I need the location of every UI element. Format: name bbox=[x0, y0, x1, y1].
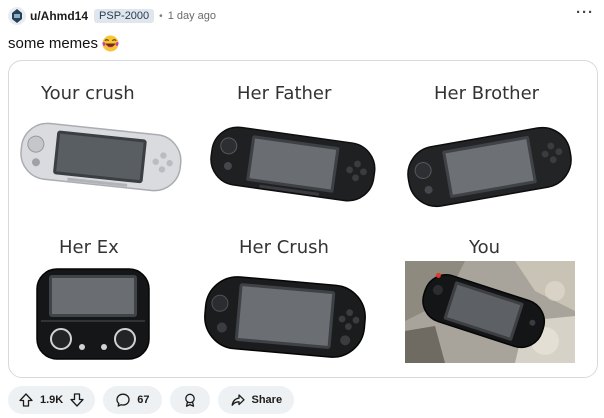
award-icon bbox=[184, 393, 195, 407]
comment-count: 67 bbox=[137, 394, 150, 406]
psp-black-1000-image bbox=[210, 126, 376, 202]
downvote-icon[interactable] bbox=[69, 392, 85, 408]
avatar[interactable] bbox=[8, 7, 26, 25]
laughing-emoji-icon bbox=[102, 35, 119, 52]
meme-label-her-father: Her Father bbox=[237, 83, 332, 104]
share-icon bbox=[231, 394, 245, 406]
share-label: Share bbox=[251, 394, 283, 406]
post-action-bar: 1.9K 67 Share bbox=[8, 386, 295, 414]
post-title[interactable]: some memes bbox=[8, 35, 119, 52]
post-image[interactable]: Your crush Her Father Her Brother Her Ex… bbox=[8, 60, 598, 378]
ps-vita-image bbox=[204, 276, 366, 358]
user-flair-badge: PSP-2000 bbox=[94, 9, 155, 23]
meme-label-her-ex: Her Ex bbox=[59, 237, 119, 258]
vote-pill: 1.9K bbox=[8, 386, 96, 414]
upvote-count: 1.9K bbox=[40, 394, 64, 406]
meme-label-you: You bbox=[469, 237, 501, 258]
more-options-icon[interactable]: ··· bbox=[576, 5, 594, 20]
post-author-link[interactable]: u/Ahmd14 bbox=[30, 9, 88, 23]
meta-separator: • bbox=[159, 10, 163, 22]
meme-label-her-crush: Her Crush bbox=[239, 237, 329, 258]
psp-photo-image bbox=[405, 261, 575, 363]
post-timestamp: 1 day ago bbox=[167, 10, 217, 22]
meme-label-your-crush: Your crush bbox=[41, 83, 135, 104]
post-header: u/Ahmd14 PSP-2000 • 1 day ago bbox=[8, 6, 216, 26]
comment-icon bbox=[116, 393, 130, 407]
comments-button[interactable]: 67 bbox=[103, 386, 162, 414]
psp-go-image bbox=[36, 268, 150, 360]
upvote-icon[interactable] bbox=[18, 392, 34, 408]
psp-black-3000-image bbox=[407, 126, 572, 208]
meme-label-her-brother: Her Brother bbox=[434, 83, 540, 104]
post-title-text: some memes bbox=[8, 35, 99, 52]
award-button[interactable] bbox=[169, 386, 210, 414]
psp-silver-image bbox=[20, 122, 182, 192]
share-button[interactable]: Share bbox=[217, 386, 295, 414]
